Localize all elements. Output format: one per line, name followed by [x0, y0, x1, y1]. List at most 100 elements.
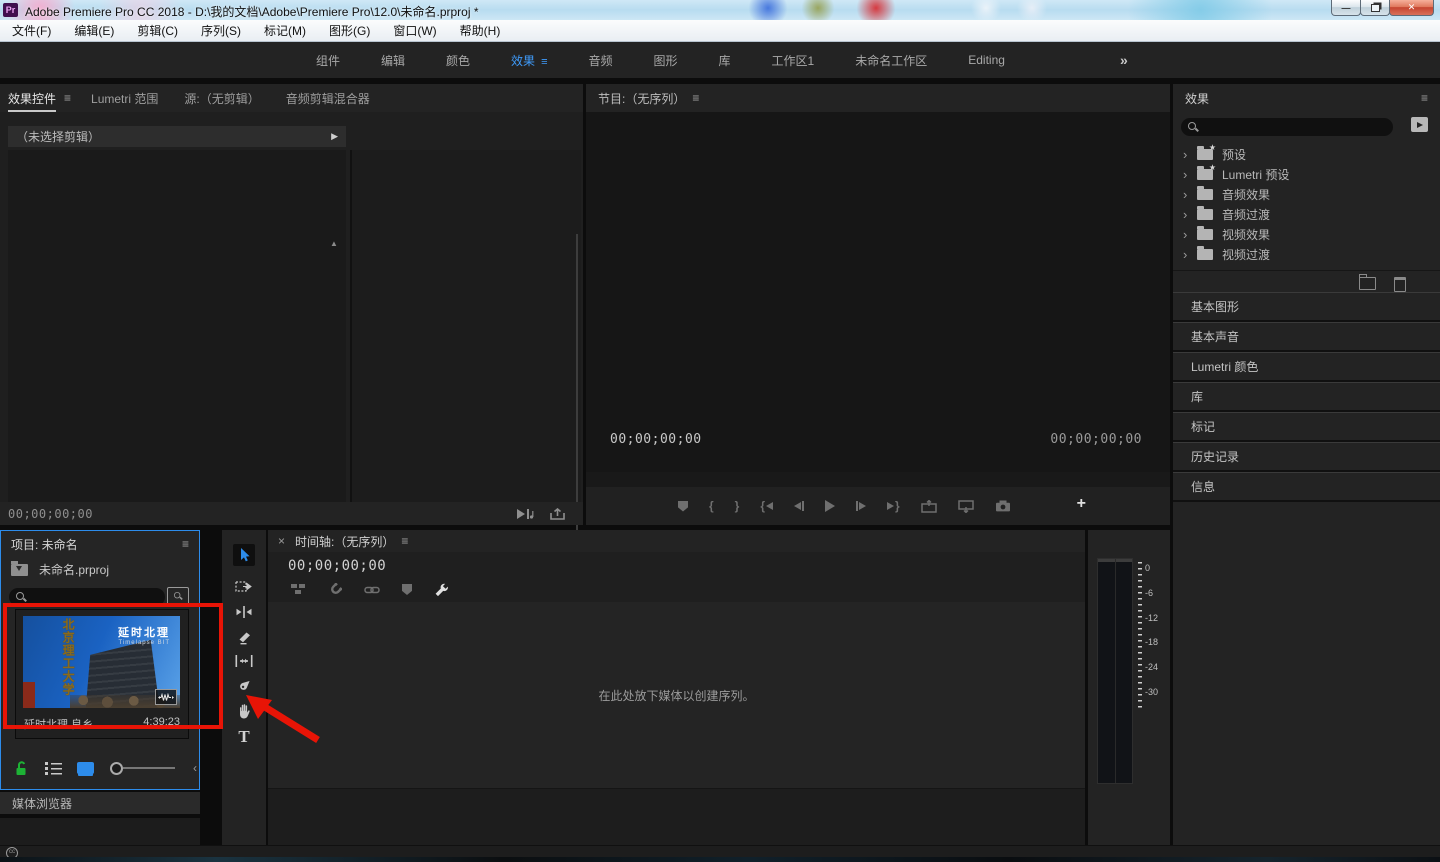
list-view-icon[interactable]: [45, 761, 63, 775]
clip-selector[interactable]: （未选择剪辑） ▶: [8, 126, 346, 147]
project-file-row[interactable]: 未命名.prproj: [11, 560, 109, 578]
timeline-footer: [268, 788, 1085, 846]
workspace-editing-en[interactable]: Editing: [968, 53, 1005, 67]
audio-meters-panel[interactable]: 0 -6 -12 -18 -24 -30: [1088, 530, 1170, 845]
twirl-icon[interactable]: ›: [1183, 187, 1197, 202]
snap-icon[interactable]: [328, 582, 342, 597]
timeline-menu-icon[interactable]: ≡: [401, 534, 408, 548]
timeline-close-icon[interactable]: ×: [278, 534, 285, 548]
effects-menu-icon[interactable]: ≡: [1421, 91, 1428, 105]
menu-window[interactable]: 窗口(W): [393, 22, 436, 39]
twirl-icon[interactable]: ›: [1183, 247, 1197, 262]
timeline-drop-area[interactable]: 在此处放下媒体以创建序列。: [268, 602, 1085, 788]
play-audio-icon[interactable]: [516, 508, 534, 520]
panel-essential-sound[interactable]: 基本声音: [1173, 322, 1440, 352]
step-back-icon[interactable]: [794, 501, 805, 511]
workspace-audio[interactable]: 音频: [588, 52, 612, 69]
panel-essential-graphics[interactable]: 基本图形: [1173, 292, 1440, 322]
clip-selector-arrow-icon[interactable]: ▶: [331, 131, 338, 142]
twirl-icon[interactable]: ›: [1183, 207, 1197, 222]
timeline-add-marker-icon[interactable]: [402, 584, 412, 595]
effects-search-input[interactable]: [1181, 118, 1393, 136]
panel-libraries[interactable]: 库: [1173, 382, 1440, 412]
media-browser-tab[interactable]: 媒体浏览器: [0, 792, 200, 816]
mark-out-icon[interactable]: }: [735, 499, 740, 513]
menu-markers[interactable]: 标记(M): [264, 22, 306, 39]
thumbnail-zoom-slider[interactable]: [110, 761, 175, 775]
workspace-1[interactable]: 工作区1: [772, 52, 815, 69]
lift-icon[interactable]: [920, 499, 937, 513]
bin-presets[interactable]: › ★ 预设: [1173, 143, 1440, 164]
menu-file[interactable]: 文件(F): [12, 22, 51, 39]
export-icon[interactable]: [550, 507, 565, 520]
bin-video-effects[interactable]: › 视频效果: [1173, 224, 1440, 244]
menu-sequence[interactable]: 序列(S): [201, 22, 241, 39]
menu-help[interactable]: 帮助(H): [460, 22, 501, 39]
add-marker-icon[interactable]: [678, 500, 688, 512]
bin-video-transitions[interactable]: › 视频过渡: [1173, 244, 1440, 264]
button-editor-icon[interactable]: +: [1077, 495, 1086, 513]
track-select-forward-tool[interactable]: [233, 576, 255, 598]
export-frame-icon[interactable]: [995, 500, 1011, 512]
workspace-graphics[interactable]: 图形: [654, 52, 678, 69]
ripple-edit-tool[interactable]: [233, 601, 255, 623]
new-bin-icon[interactable]: [1358, 274, 1376, 290]
meter-label: -12: [1145, 613, 1159, 623]
close-button[interactable]: ✕: [1389, 0, 1434, 16]
menu-bar: 文件(F) 编辑(E) 剪辑(C) 序列(S) 标记(M) 图形(G) 窗口(W…: [0, 20, 1440, 42]
workspace-effects[interactable]: 效果 ≡: [511, 52, 547, 69]
twirl-icon[interactable]: ›: [1183, 147, 1197, 162]
step-forward-icon[interactable]: [856, 501, 867, 511]
tab-audio-clip-mixer[interactable]: 音频剪辑混合器: [286, 90, 370, 107]
tab-lumetri-scopes[interactable]: Lumetri 范围: [91, 90, 158, 107]
extract-icon[interactable]: [957, 499, 974, 513]
slider-knob[interactable]: [110, 761, 123, 775]
workspace-color[interactable]: 颜色: [446, 52, 470, 69]
workspace-overflow-icon[interactable]: »: [1120, 52, 1128, 68]
panel-lumetri-color[interactable]: Lumetri 颜色: [1173, 352, 1440, 382]
restore-button[interactable]: [1360, 0, 1390, 16]
bin-audio-effects[interactable]: › 音频效果: [1173, 184, 1440, 204]
tab-effect-controls[interactable]: 效果控件: [8, 90, 57, 112]
panel-markers[interactable]: 标记: [1173, 412, 1440, 442]
project-writable-lock-icon[interactable]: [15, 760, 29, 776]
panel-history[interactable]: 历史记录: [1173, 442, 1440, 472]
workspace-editing-cn[interactable]: 编辑: [381, 52, 405, 69]
collapsed-panel-stack: 基本图形 基本声音 Lumetri 颜色 库 标记 历史记录 信息: [1173, 292, 1440, 502]
timeline-settings-wrench-icon[interactable]: [434, 582, 449, 597]
delete-icon[interactable]: [1394, 277, 1406, 292]
go-to-in-icon[interactable]: {: [760, 499, 774, 513]
project-menu-icon[interactable]: ≡: [182, 537, 189, 551]
panel-menu-icon[interactable]: ≡: [64, 91, 71, 105]
mark-in-icon[interactable]: {: [709, 499, 714, 513]
workspace-assembly[interactable]: 组件: [316, 52, 340, 69]
icon-view-icon[interactable]: [77, 762, 94, 774]
bin-audio-transitions[interactable]: › 音频过渡: [1173, 204, 1440, 224]
workspace-libraries[interactable]: 库: [719, 52, 731, 69]
program-monitor-menu-icon[interactable]: ≡: [692, 91, 699, 105]
slip-tool[interactable]: [233, 650, 255, 672]
title-bar[interactable]: Pr Adobe Premiere Pro CC 2018 - D:\我的文档\…: [0, 0, 1440, 20]
workspace-unnamed[interactable]: 未命名工作区: [855, 52, 927, 69]
effects-filter-badge-icon[interactable]: [1411, 117, 1428, 132]
twirl-icon[interactable]: ›: [1183, 227, 1197, 242]
razor-tool[interactable]: [233, 626, 255, 648]
nest-insert-icon[interactable]: [290, 583, 306, 596]
menu-edit[interactable]: 编辑(E): [74, 22, 114, 39]
menu-clip[interactable]: 剪辑(C): [137, 22, 178, 39]
minimize-button[interactable]: —: [1331, 0, 1361, 16]
selection-tool[interactable]: [233, 544, 255, 566]
go-to-out-icon[interactable]: }: [887, 499, 900, 513]
twirl-icon[interactable]: ›: [1183, 167, 1197, 182]
menu-graphics[interactable]: 图形(G): [329, 22, 370, 39]
timeline-timecode[interactable]: 00;00;00;00: [288, 558, 386, 574]
panel-info[interactable]: 信息: [1173, 472, 1440, 502]
linked-selection-icon[interactable]: [364, 584, 380, 596]
play-icon[interactable]: [825, 500, 836, 512]
workspace-menu-icon[interactable]: ≡: [541, 56, 547, 68]
timeline-title[interactable]: 时间轴:（无序列）: [295, 533, 394, 550]
toolbar-overflow-chevron-icon[interactable]: ‹: [193, 761, 197, 775]
bin-lumetri-presets[interactable]: › ★ Lumetri 预设: [1173, 163, 1440, 184]
scroll-up-icon[interactable]: ▲: [330, 239, 338, 248]
tab-source-monitor[interactable]: 源:（无剪辑）: [184, 90, 259, 107]
